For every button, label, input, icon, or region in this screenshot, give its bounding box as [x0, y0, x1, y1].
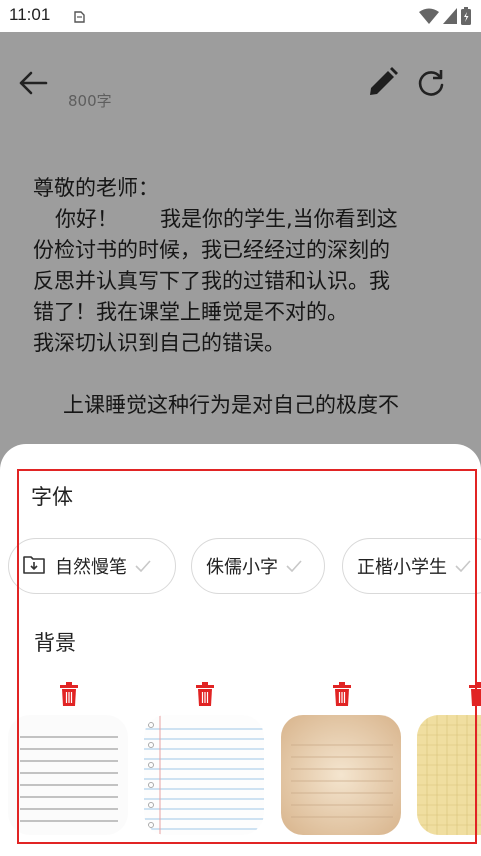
- wifi-icon: [419, 8, 439, 28]
- battery-icon: [461, 7, 471, 29]
- background-thumb-yellow-graph[interactable]: [417, 715, 481, 835]
- font-chip[interactable]: 侏儒小字: [191, 538, 325, 594]
- notification-icon: [72, 9, 86, 28]
- letter-content: 尊敬的老师： 你好！ 我是你的学生,当你看到这 份检讨书的时候，我已经经过的深刻…: [33, 173, 453, 421]
- delete-trash-icon[interactable]: [57, 682, 81, 710]
- font-chip[interactable]: 正楷小学生: [342, 538, 481, 594]
- content-line: 份检讨书的时候，我已经经过的深刻的: [33, 238, 390, 262]
- content-line: 你好！ 我是你的学生,当你看到这: [55, 207, 398, 231]
- delete-trash-icon[interactable]: [330, 682, 354, 710]
- status-time: 11:01: [9, 5, 51, 24]
- background-section-title: 背景: [34, 631, 76, 655]
- refresh-icon[interactable]: [416, 68, 446, 102]
- status-bar: 11:01: [0, 0, 481, 32]
- content-line: 反思并认真写下了我的过错和认识。我: [33, 269, 390, 293]
- background-thumb-notebook-blue[interactable]: [144, 715, 264, 835]
- content-line: 我深切认识到自己的错误。: [33, 331, 285, 355]
- font-chip-label: 自然慢笔: [55, 557, 127, 578]
- font-chip[interactable]: 自然慢笔: [8, 538, 176, 594]
- checkmark-icon: [135, 556, 151, 577]
- checkmark-icon: [286, 556, 302, 577]
- signal-icon: [443, 8, 457, 28]
- back-arrow-icon[interactable]: [18, 70, 48, 100]
- font-chip-label: 正楷小学生: [357, 557, 447, 578]
- font-section-title: 字体: [31, 485, 73, 509]
- background-thumb-lined-white[interactable]: [8, 715, 128, 835]
- content-line: 上课睡觉这种行为是对自己的极度不: [63, 393, 399, 417]
- checkmark-icon: [455, 556, 471, 577]
- folder-download-icon: [23, 554, 45, 579]
- background-thumb-aged-paper[interactable]: [281, 715, 401, 835]
- salutation: 尊敬的老师：: [33, 176, 159, 200]
- delete-trash-icon[interactable]: [466, 682, 481, 710]
- content-line: 错了！我在课堂上睡觉是不对的。: [33, 300, 348, 324]
- font-chip-label: 侏儒小字: [206, 557, 278, 578]
- word-count: 800字: [68, 92, 112, 110]
- pencil-icon[interactable]: [366, 65, 400, 103]
- delete-trash-icon[interactable]: [193, 682, 217, 710]
